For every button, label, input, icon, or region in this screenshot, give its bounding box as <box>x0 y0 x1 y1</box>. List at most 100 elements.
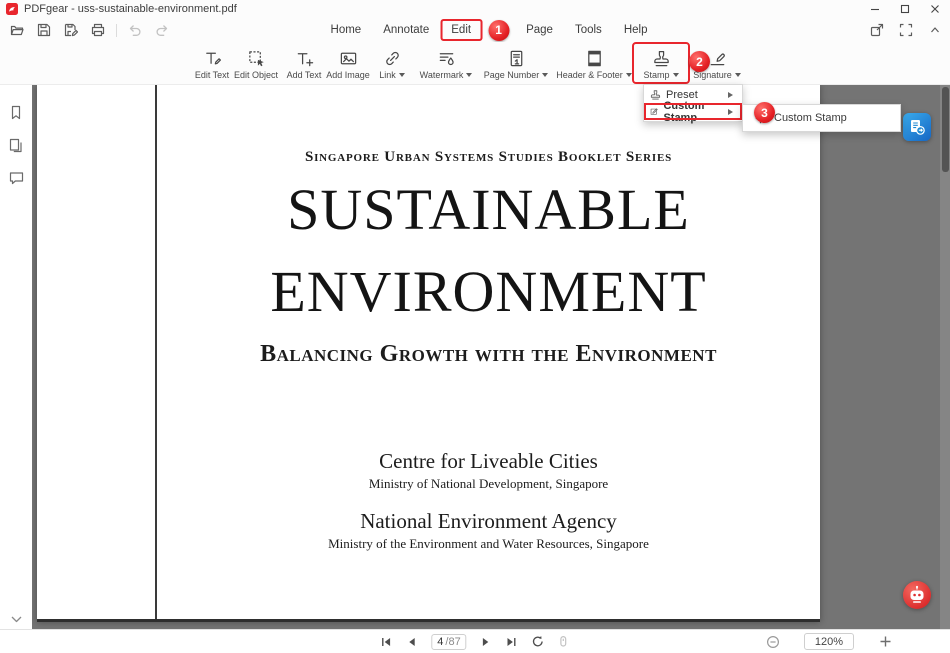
menu-home[interactable]: Home <box>320 19 373 41</box>
comments-icon <box>9 171 24 185</box>
maximize-icon <box>900 4 910 14</box>
prev-page-icon <box>406 636 418 648</box>
step-1-badge: 1 <box>488 20 509 41</box>
ribbon-label: Page Number <box>484 70 540 80</box>
book-subtitle: Balancing Growth with the Environment <box>157 341 820 368</box>
close-button[interactable] <box>920 0 950 18</box>
scrollbar-thumb[interactable] <box>942 87 949 172</box>
undo-icon <box>128 23 142 37</box>
dropdown-caret-icon <box>466 73 472 80</box>
dropdown-caret-icon <box>735 73 741 80</box>
last-page-icon <box>506 636 518 648</box>
menu-annotate[interactable]: Annotate <box>372 19 440 41</box>
collapse-sidebar-button[interactable] <box>0 615 32 624</box>
app-logo <box>6 3 18 15</box>
menu-edit[interactable]: Edit <box>440 19 482 41</box>
fullscreen-button[interactable] <box>897 21 915 39</box>
status-bar: 4 /87 120% <box>0 629 950 652</box>
first-page-icon <box>380 636 392 648</box>
floating-convert-button[interactable] <box>903 113 931 141</box>
zoom-level[interactable]: 120% <box>804 633 854 650</box>
custom-stamp-icon <box>650 106 658 117</box>
header-footer-button[interactable]: Header & Footer <box>556 42 632 84</box>
edit-object-icon <box>247 49 266 68</box>
page-number-input[interactable]: 4 /87 <box>431 634 466 650</box>
rotate-icon <box>531 635 544 648</box>
print-button[interactable] <box>89 21 107 39</box>
collapse-ribbon-button[interactable] <box>926 21 944 39</box>
undo-button[interactable] <box>126 21 144 39</box>
rotate-page-button[interactable] <box>531 634 545 650</box>
toolbar-separator <box>116 24 117 37</box>
print-icon <box>91 23 105 37</box>
ribbon-label: Edit Text <box>195 70 229 80</box>
submenu-arrow-icon <box>728 92 736 98</box>
watermark-icon <box>437 49 456 68</box>
stamp-button[interactable]: Stamp <box>632 42 690 84</box>
next-page-button[interactable] <box>479 634 493 650</box>
save-as-button[interactable] <box>62 21 80 39</box>
edit-object-button[interactable]: Edit Object <box>232 42 280 84</box>
signature-icon <box>708 49 727 68</box>
first-page-button[interactable] <box>379 634 393 650</box>
vertical-scrollbar[interactable] <box>940 85 950 629</box>
minimize-button[interactable] <box>860 0 890 18</box>
book-title-line1: SUSTAINABLE <box>157 181 820 239</box>
dropdown-caret-icon <box>542 73 548 80</box>
zoom-out-icon <box>766 635 780 649</box>
share-icon <box>870 23 884 37</box>
floating-assistant-button[interactable] <box>903 581 931 609</box>
watermark-button[interactable]: Watermark <box>416 42 476 84</box>
collapse-ribbon-icon <box>929 24 941 36</box>
menu-help[interactable]: Help <box>613 19 659 41</box>
save-button[interactable] <box>35 21 53 39</box>
auto-scroll-icon <box>558 635 570 648</box>
add-text-button[interactable]: Add Text <box>280 42 328 84</box>
pdfgear-window: PDFgear - uss-sustainable-environment.pd… <box>0 0 950 652</box>
zoom-in-icon <box>879 635 892 648</box>
zoom-out-button[interactable] <box>766 634 780 650</box>
stamp-menu-custom-stamp[interactable]: Custom Stamp <box>644 103 742 120</box>
save-as-icon <box>64 23 78 37</box>
dropdown-caret-icon <box>399 73 405 80</box>
ribbon-label: Add Image <box>326 70 370 80</box>
ribbon-label: Add Text <box>287 70 322 80</box>
assistant-robot-icon <box>906 584 928 606</box>
org1-dept: Ministry of National Development, Singap… <box>157 476 820 492</box>
last-page-button[interactable] <box>505 634 519 650</box>
dropdown-caret-icon <box>626 73 632 80</box>
ribbon-label: Watermark <box>420 70 464 80</box>
window-title: PDFgear - uss-sustainable-environment.pd… <box>24 3 237 15</box>
add-image-icon <box>339 49 358 68</box>
zoom-in-button[interactable] <box>878 634 892 650</box>
edit-text-button[interactable]: Edit Text <box>192 42 232 84</box>
total-pages: /87 <box>445 636 460 648</box>
save-icon <box>37 23 51 37</box>
menu-tools[interactable]: Tools <box>564 19 613 41</box>
page-number-button[interactable]: Page Number <box>476 42 556 84</box>
redo-button[interactable] <box>153 21 171 39</box>
auto-scroll-button[interactable] <box>557 634 571 650</box>
org1-name: Centre for Liveable Cities <box>157 449 820 474</box>
fullscreen-icon <box>899 23 913 37</box>
left-sidebar <box>0 85 32 629</box>
step-3-badge: 3 <box>754 102 775 123</box>
previous-page-button[interactable] <box>405 634 419 650</box>
ribbon-label: Stamp <box>643 70 669 80</box>
main-menu: Home Annotate Edit 1 Page Tools Help <box>320 18 659 42</box>
link-icon <box>383 49 402 68</box>
thumbnails-panel-button[interactable] <box>7 136 25 154</box>
link-button[interactable]: Link <box>368 42 416 84</box>
comments-panel-button[interactable] <box>7 169 25 187</box>
share-button[interactable] <box>868 21 886 39</box>
open-file-button[interactable] <box>8 21 26 39</box>
next-page-icon <box>480 636 492 648</box>
add-image-button[interactable]: Add Image <box>328 42 368 84</box>
maximize-button[interactable] <box>890 0 920 18</box>
close-icon <box>930 4 940 14</box>
menu-page[interactable]: Page <box>515 19 564 41</box>
bookmarks-panel-button[interactable] <box>7 103 25 121</box>
page-thumbnails-icon <box>9 138 23 153</box>
current-page: 4 <box>437 636 443 648</box>
series-title: Singapore Urban Systems Studies Booklet … <box>157 149 820 166</box>
